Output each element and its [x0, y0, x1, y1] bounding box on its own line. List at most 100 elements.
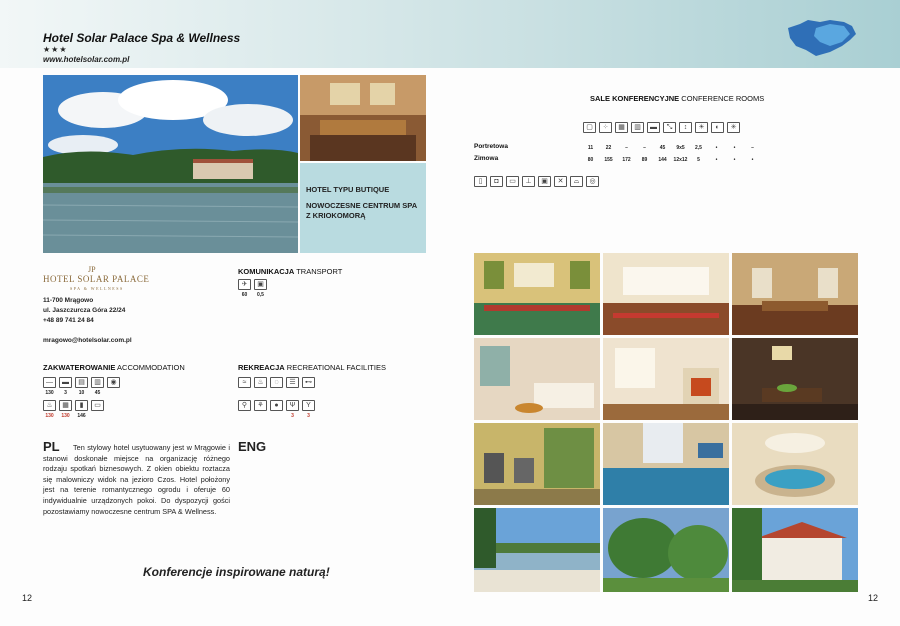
accommodation-value: 130: [45, 390, 54, 396]
bus-icon: ▣: [254, 279, 267, 290]
parking-icon: ▮: [75, 400, 88, 411]
conference-table-photo: [300, 75, 426, 161]
recreation-title-pl: REKREACJA: [238, 363, 285, 372]
accommodation-values-row1: 130 3 10 45: [43, 390, 120, 396]
recreation-icons-row2: ⚲ ⚘ ● Ψ Y: [238, 400, 315, 411]
recreation-title: REKREACJA RECREATIONAL FACILITIES: [238, 363, 386, 372]
conference-layout-icons: ▢ ⁘ ▦ ▥ ▬ ⤡ ↕ ☀ ◐ ✳: [583, 122, 740, 133]
conference-value: 5: [697, 157, 700, 163]
conference-value: –: [625, 145, 628, 151]
conference-value: •: [733, 145, 736, 151]
conference-room-values: 80 155 172 89 144 12x12 5 • • •: [583, 157, 760, 163]
logo-monogram: JP: [88, 265, 96, 274]
transport-values: 60 0,5: [238, 292, 267, 298]
accommodation-title-pl: ZAKWATEROWANIE: [43, 363, 116, 372]
conference-room-values: 11 22 – – 45 9x5 2,5 • • –: [583, 145, 760, 151]
conference-value: 11: [587, 145, 594, 151]
single-room-icon: —: [43, 377, 56, 388]
wifi-icon: ◉: [107, 377, 120, 388]
lake-hotel-photo: [43, 75, 298, 253]
slogan: Konferencje inspirowane naturą!: [143, 565, 330, 579]
hotel-name: Hotel Solar Palace Spa & Wellness: [43, 31, 241, 45]
podium-icon: ⊥: [522, 176, 535, 187]
accommodation-value-red: 130: [45, 413, 54, 419]
accommodation-value: 3: [64, 390, 67, 396]
hotel-features-box: HOTEL TYPU BUTIQUE NOWOCZESNE CENTRUM SP…: [300, 163, 426, 253]
conference-value: 45: [659, 145, 666, 151]
conference-title: SALE KONFERENCYJNE CONFERENCE ROOMS: [590, 94, 764, 103]
address-email-link[interactable]: mragowo@hotelsolar.com.pl: [43, 337, 132, 344]
lounge-table-photo: [732, 338, 858, 420]
transport-value-airport: 60: [241, 292, 248, 298]
projector-icon: ◘: [490, 176, 503, 187]
conference-room-name: Zimowa: [474, 155, 499, 162]
feature-boutique-hotel: HOTEL TYPU BUTIQUE: [306, 185, 390, 194]
boardroom-layout-icon: ▬: [647, 122, 660, 133]
accommodation-values-row2: 130 130 146: [43, 413, 88, 419]
address-postcode: 11-700 Mrągowo: [43, 297, 94, 304]
airplane-icon: ✈: [238, 279, 251, 290]
gym-photo: [474, 423, 600, 505]
conference-value: 155: [604, 157, 613, 163]
apartment-icon: ▥: [91, 377, 104, 388]
jacuzzi-photo: [732, 423, 858, 505]
transport-title: KOMUNIKACJA TRANSPORT: [238, 267, 342, 276]
address-phone: +48 89 741 24 84: [43, 317, 94, 324]
recreation-value: [254, 413, 267, 419]
ushape-layout-icon: ▥: [631, 122, 644, 133]
pool-icon: ≈: [238, 377, 251, 388]
region-map-icon: [788, 20, 856, 56]
suite-icon: ▤: [75, 377, 88, 388]
dimensions-icon: ⤡: [663, 122, 676, 133]
transport-title-pl: KOMUNIKACJA: [238, 267, 295, 276]
cafe-icon: ▭: [91, 400, 104, 411]
aircon-icon: ◐: [711, 122, 724, 133]
conference-room-ushape-photo: [474, 253, 600, 335]
hotel-building-photo: [732, 508, 858, 592]
transport-value-bus: 0,5: [257, 292, 264, 298]
tools-icon: ✕: [554, 176, 567, 187]
conference-value: –: [643, 145, 646, 151]
recreation-value-red: 3: [291, 413, 294, 419]
page-number-left: 12: [22, 593, 33, 603]
recreation-title-en: RECREATIONAL FACILITIES: [286, 363, 386, 372]
conference-title-en: CONFERENCE ROOMS: [681, 94, 765, 103]
conference-value: •: [715, 145, 718, 151]
dining-icon: Ψ: [286, 400, 299, 411]
hotel-website-link[interactable]: www.hotelsolar.com.pl: [43, 55, 129, 64]
accommodation-title-en: ACCOMMODATION: [117, 363, 185, 372]
hotel-stars: ★★★: [43, 45, 68, 54]
accommodation-icons-row1: — ▬ ▤ ▥ ◉: [43, 377, 120, 388]
theatre-layout-icon: ⁘: [599, 122, 612, 133]
monitor-icon: ▣: [538, 176, 551, 187]
area-icon: ▢: [583, 122, 596, 133]
double-room-icon: ▬: [59, 377, 72, 388]
bedroom-photo: [474, 338, 600, 420]
recreation-value: [238, 413, 251, 419]
conference-value: •: [715, 157, 718, 163]
pool-waterfall-photo: [603, 423, 729, 505]
conference-value: •: [751, 157, 754, 163]
accommodation-value: 146: [77, 413, 86, 419]
recreation-values-row2: 3 3: [238, 413, 315, 419]
address-block: 11-700 Mrągowo ul. Jaszczurcza Góra 22/2…: [43, 296, 125, 326]
conference-equipment-icons: ▯ ◘ ▭ ⊥ ▣ ✕ ⌓ ◎: [474, 176, 599, 187]
transport-title-en: TRANSPORT: [296, 267, 343, 276]
garden-photo: [603, 508, 729, 592]
logo-tagline: SPA & WELLNESS: [70, 286, 124, 291]
catering-icon: ⌓: [570, 176, 583, 187]
accommodation-icons-row2: ♨ ▦ ▮ ▭: [43, 400, 104, 411]
tennis-icon: ●: [270, 400, 283, 411]
conference-value: 2,5: [695, 145, 702, 151]
conference-title-pl: SALE KONFERENCYJNE: [590, 94, 680, 103]
conference-value: 172: [622, 157, 631, 163]
conference-value: –: [751, 145, 754, 151]
accommodation-title: ZAKWATEROWANIE ACCOMMODATION: [43, 363, 185, 372]
flipchart-icon: ▯: [474, 176, 487, 187]
hotel-logo: JP HOTEL SOLAR PALACE SPA & WELLNESS: [43, 265, 153, 295]
page-number-right: 12: [868, 593, 879, 603]
internet-icon: ◎: [586, 176, 599, 187]
recreation-value-red: 3: [307, 413, 310, 419]
conference-value: 9x5: [676, 145, 685, 151]
conference-value: •: [733, 157, 736, 163]
